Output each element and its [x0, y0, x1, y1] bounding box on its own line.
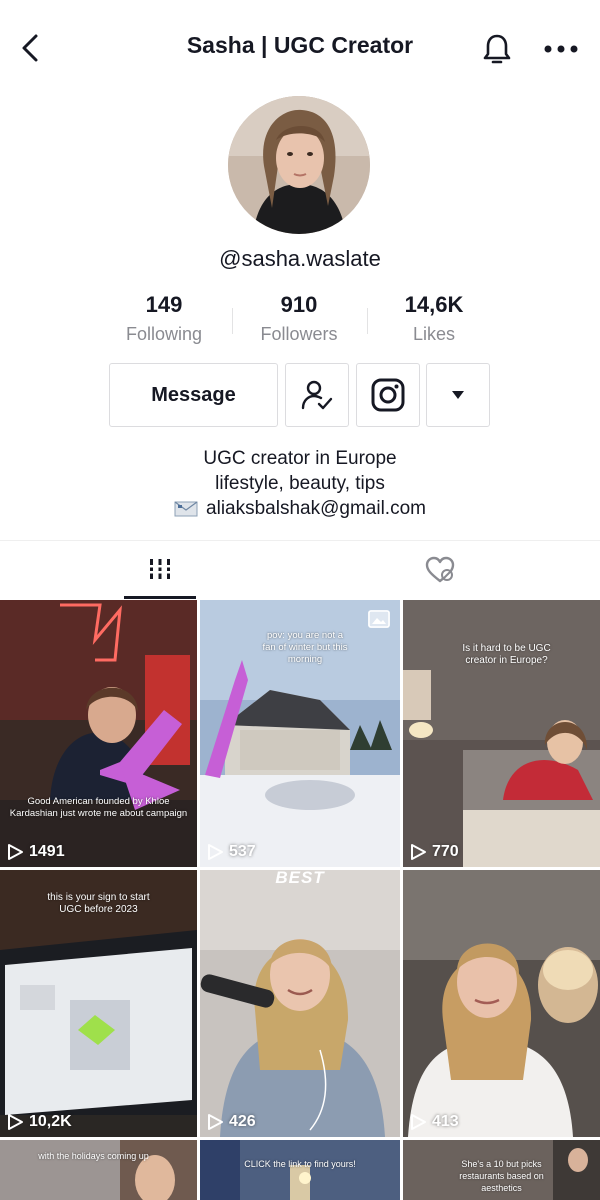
view-count-text: 426: [229, 1113, 256, 1130]
more-options-button[interactable]: [540, 32, 582, 66]
video-thumbnail: [0, 600, 197, 867]
instagram-button[interactable]: [356, 363, 420, 427]
video-tile[interactable]: Good American founded by Khloe Kardashia…: [0, 600, 197, 867]
video-view-count: 1491: [6, 843, 65, 861]
video-caption: She's a 10 but picks restaurants based o…: [459, 1159, 544, 1193]
message-button[interactable]: Message: [109, 363, 278, 427]
video-tile[interactable]: CLICK the link to find yours!: [200, 1140, 400, 1200]
bio-line: UGC creator in Europe: [203, 448, 397, 469]
play-icon: [208, 844, 223, 860]
more-horizontal-icon: [544, 45, 578, 53]
video-caption: CLICK the link to find yours!: [244, 1159, 356, 1169]
bell-icon: [483, 34, 511, 64]
video-thumbnail: [0, 1140, 197, 1200]
video-thumbnail: [200, 870, 400, 1137]
user-check-icon: [301, 380, 333, 410]
view-count-text: 10,2K: [29, 1113, 72, 1130]
video-view-count: 413: [409, 1113, 459, 1131]
video-tile[interactable]: pov: you are not a fan of winter but thi…: [200, 600, 400, 867]
video-caption: Is it hard to be UGC creator in Europe?: [462, 643, 551, 666]
following-label: Following: [125, 324, 203, 344]
view-count-text: 413: [432, 1113, 459, 1130]
view-count-text: 1491: [29, 843, 65, 860]
video-tile[interactable]: Is it hard to be UGC creator in Europe? …: [403, 600, 600, 867]
top-bar: Sasha | UGC Creator: [0, 0, 600, 96]
tab-liked[interactable]: [404, 541, 476, 599]
video-tile[interactable]: 413: [403, 870, 600, 1137]
play-icon: [8, 844, 23, 860]
video-thumbnail: [403, 600, 600, 867]
notifications-button[interactable]: [478, 30, 516, 68]
likes-label: Likes: [412, 324, 456, 344]
video-tile[interactable]: this is your sign to start UGC before 20…: [0, 870, 197, 1137]
play-icon: [411, 1114, 426, 1130]
tab-videos[interactable]: [124, 541, 196, 599]
video-caption: BEST: [275, 870, 325, 887]
video-caption: this is your sign to start UGC before 20…: [47, 892, 150, 915]
video-caption: Good American founded by Khloe Kardashia…: [9, 796, 188, 819]
likes-count: 14,6K: [404, 292, 464, 317]
play-icon: [8, 1114, 23, 1130]
liked-videos-icon: [425, 556, 455, 583]
play-icon: [208, 1114, 223, 1130]
video-view-count: 10,2K: [6, 1113, 72, 1131]
following-count: 149: [145, 292, 183, 317]
instagram-icon: [371, 378, 405, 412]
video-tile[interactable]: She's a 10 but picks restaurants based o…: [403, 1140, 600, 1200]
suggested-accounts-button[interactable]: [426, 363, 490, 427]
view-count-text: 770: [432, 843, 459, 860]
video-view-count: 770: [409, 843, 459, 861]
stat-followers[interactable]: 910 Followers: [229, 292, 369, 345]
play-icon: [411, 844, 426, 860]
followers-count: 910: [280, 292, 318, 317]
video-grid: Good American founded by Khloe Kardashia…: [0, 600, 600, 1200]
profile-bio: UGC creator in Europe lifestyle, beauty,…: [0, 446, 600, 525]
profile-tabs: [0, 540, 600, 600]
video-caption: with the holidays coming up: [38, 1151, 149, 1161]
avatar-photo: [228, 96, 370, 234]
stat-following[interactable]: 149 Following: [94, 292, 234, 345]
bio-line: lifestyle, beauty, tips: [215, 473, 385, 494]
envelope-icon: [174, 501, 198, 516]
bio-email[interactable]: aliaksbalshak@gmail.com: [206, 496, 426, 521]
video-thumbnail: [403, 870, 600, 1137]
video-thumbnail: [200, 1140, 400, 1200]
avatar[interactable]: [228, 96, 370, 234]
stat-likes[interactable]: 14,6K Likes: [364, 292, 504, 345]
following-status-button[interactable]: [285, 363, 349, 427]
video-view-count: 426: [206, 1113, 256, 1131]
photo-carousel-icon: [368, 610, 390, 628]
username-handle: @sasha.waslate: [219, 246, 381, 271]
followers-label: Followers: [260, 324, 338, 344]
videos-grid-icon: [147, 558, 173, 579]
video-tile[interactable]: with the holidays coming up: [0, 1140, 197, 1200]
video-view-count: 537: [206, 843, 256, 861]
video-caption: pov: you are not a fan of winter but thi…: [262, 630, 348, 665]
view-count-text: 537: [229, 843, 256, 860]
caret-down-icon: [452, 391, 464, 399]
video-tile[interactable]: BEST 426: [200, 870, 400, 1137]
